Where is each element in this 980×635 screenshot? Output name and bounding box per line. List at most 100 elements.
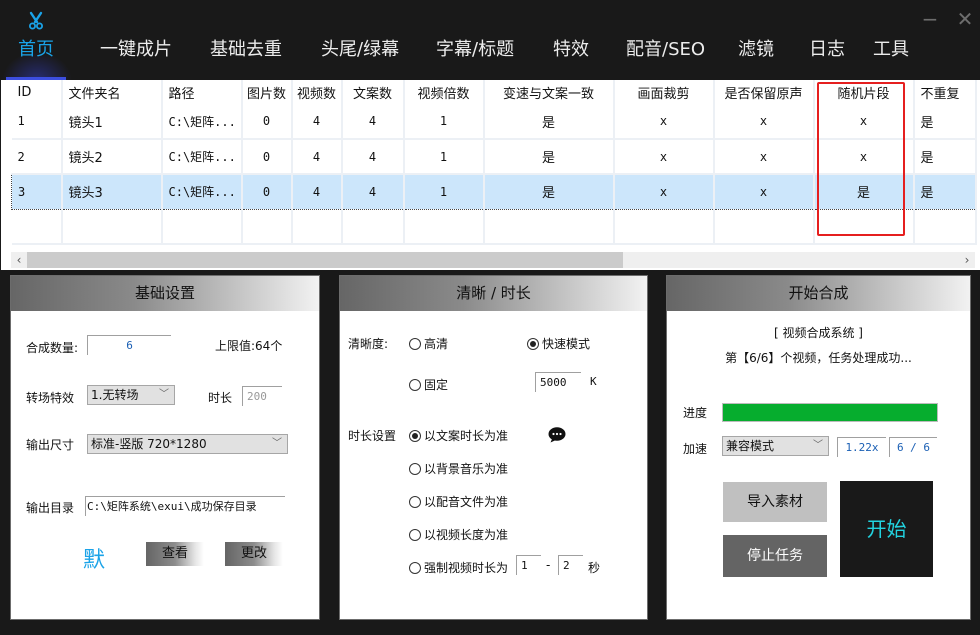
radio-by-script[interactable]: 以文案时长为准: [409, 427, 508, 444]
panel-title: 开始合成: [667, 276, 970, 311]
outdir-input[interactable]: C:\矩阵系统\exui\成功保存目录: [85, 496, 285, 516]
cell-video-speed: 1: [403, 104, 485, 140]
duration-input[interactable]: 200: [242, 386, 282, 406]
tab-home[interactable]: 首页: [18, 35, 54, 65]
change-button[interactable]: 更改: [225, 542, 283, 566]
column-header-crop[interactable]: 画面裁剪: [613, 80, 715, 104]
default-button[interactable]: 默: [83, 542, 105, 574]
force-max-input[interactable]: 2: [558, 555, 583, 575]
radio-circle-icon: [409, 337, 421, 350]
tab-log[interactable]: 日志: [809, 35, 845, 65]
view-button[interactable]: 查看: [146, 542, 204, 566]
transition-value: 1.无转场: [91, 388, 139, 402]
cell-video-speed: 1: [403, 173, 485, 210]
panel-title: 基础设置: [11, 276, 319, 311]
cell-speed-match: 是: [483, 104, 615, 140]
scroll-left-icon[interactable]: ‹: [11, 252, 27, 268]
progress-fill: [723, 404, 937, 421]
tab-one-click[interactable]: 一键成片: [100, 35, 172, 65]
close-button[interactable]: ✕: [955, 9, 975, 29]
start-button[interactable]: 开始: [840, 481, 933, 577]
cell-scripts: 4: [341, 173, 405, 210]
cell-empty: [713, 209, 815, 245]
column-header-keep-audio[interactable]: 是否保留原声: [713, 80, 815, 104]
tab-voice-seo[interactable]: 配音/SEO: [626, 35, 705, 65]
scissors-icon: [29, 11, 43, 30]
scroll-right-icon[interactable]: ›: [959, 252, 975, 268]
cell-id: 2: [11, 139, 63, 175]
cell-empty: [11, 209, 63, 245]
scrollbar-thumb[interactable]: [27, 252, 623, 268]
tab-basic-dedup[interactable]: 基础去重: [210, 35, 282, 65]
table-row[interactable]: 2 镜头2 C:\矩阵... 0 4 4 1 是 x x x 是: [11, 139, 977, 175]
cell-keep-audio: x: [713, 173, 815, 210]
column-header-random-clip[interactable]: 随机片段: [813, 80, 915, 104]
size-select[interactable]: 标准-竖版 720*1280 ﹀: [87, 434, 288, 454]
speed-readout: 1.22x: [837, 437, 886, 457]
radio-fixed[interactable]: 固定: [409, 376, 448, 393]
force-min-input[interactable]: 1: [516, 555, 541, 575]
cell-empty: [241, 209, 293, 245]
column-header-video-speed[interactable]: 视频倍数: [403, 80, 485, 104]
radio-by-voiceover[interactable]: 以配音文件为准: [409, 493, 508, 510]
tab-subtitles[interactable]: 字幕/标题: [436, 35, 514, 65]
cell-empty: [291, 209, 343, 245]
cell-random-clip: 是: [813, 173, 915, 210]
clarity-duration-panel: 清晰 / 时长 清晰度: 高清 快速模式 固定 5000 K 时长设置 以文案时…: [339, 275, 648, 620]
accel-select[interactable]: 兼容模式 ﹀: [722, 436, 829, 456]
radio-label: 以背景音乐为准: [424, 462, 509, 476]
column-header-no-repeat[interactable]: 不重复: [913, 80, 977, 104]
table-row[interactable]: 1 镜头1 C:\矩阵... 0 4 4 1 是 x x x 是: [11, 104, 977, 140]
bitrate-input[interactable]: 5000: [535, 372, 581, 392]
cell-images: 0: [241, 139, 293, 175]
column-header-speed-match[interactable]: 变速与文案一致: [483, 80, 615, 104]
duration-label: 时长: [208, 391, 233, 405]
tab-tools[interactable]: 工具: [873, 35, 909, 65]
stop-task-button[interactable]: 停止任务: [723, 535, 827, 577]
transition-select[interactable]: 1.无转场 ﹀: [87, 385, 175, 405]
tab-effects[interactable]: 特效: [553, 35, 589, 65]
radio-force-duration[interactable]: 强制视频时长为: [409, 559, 508, 576]
tab-filters[interactable]: 滤镜: [738, 35, 774, 65]
cell-no-repeat: 是: [913, 139, 977, 175]
range-dash: -: [546, 558, 551, 572]
column-header-scripts[interactable]: 文案数: [341, 80, 405, 104]
progress-bar: [722, 403, 938, 422]
import-material-button[interactable]: 导入素材: [723, 482, 827, 522]
radio-by-video-length[interactable]: 以视频长度为准: [409, 526, 508, 543]
radio-label: 强制视频时长为: [424, 561, 509, 575]
cell-crop: x: [613, 139, 715, 175]
cell-id: 3: [11, 173, 63, 210]
radio-fast-mode[interactable]: 快速模式: [527, 335, 590, 352]
radio-label: 高清: [424, 337, 449, 351]
column-header-id[interactable]: ID: [11, 80, 63, 104]
count-input[interactable]: 6: [87, 335, 171, 355]
cell-no-repeat: 是: [913, 173, 977, 210]
cell-random-clip: x: [813, 104, 915, 140]
system-label: [ 视频合成系统 ]: [774, 326, 863, 340]
cell-empty: [161, 209, 243, 245]
column-header-folder[interactable]: 文件夹名: [61, 80, 163, 104]
count-label: 合成数量:: [26, 341, 79, 355]
transition-label: 转场特效: [26, 391, 75, 405]
column-header-images[interactable]: 图片数: [241, 80, 293, 104]
horizontal-scrollbar[interactable]: ‹ ›: [11, 252, 975, 268]
folder-table-area: ID 文件夹名 路径 图片数 视频数 文案数 视频倍数 变速与文案一致 画面裁剪…: [0, 80, 980, 270]
column-header-videos[interactable]: 视频数: [291, 80, 343, 104]
cell-empty: [61, 209, 163, 245]
table-row[interactable]: 3 镜头3 C:\矩阵... 0 4 4 1 是 x x 是是: [11, 173, 977, 210]
radio-label: 固定: [424, 378, 449, 392]
cell-folder: 镜头3: [61, 173, 163, 210]
cell-images: 0: [241, 173, 293, 210]
radio-by-bgm[interactable]: 以背景音乐为准: [409, 460, 508, 477]
minimize-button[interactable]: −: [920, 9, 940, 29]
tab-intro-greenscreen[interactable]: 头尾/绿幕: [321, 35, 399, 65]
cell-scripts: 4: [341, 139, 405, 175]
cell-keep-audio: x: [713, 104, 815, 140]
radio-hd[interactable]: 高清: [409, 335, 448, 352]
cell-folder: 镜头1: [61, 104, 163, 140]
accel-label: 加速: [683, 442, 708, 456]
chat-bubble-icon[interactable]: [548, 427, 566, 443]
column-header-path[interactable]: 路径: [161, 80, 243, 104]
cell-path: C:\矩阵...: [161, 173, 243, 210]
